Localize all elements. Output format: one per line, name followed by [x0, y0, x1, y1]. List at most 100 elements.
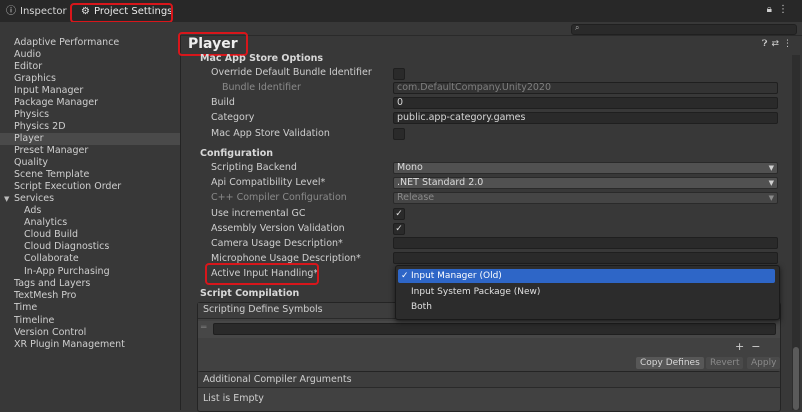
sidebar-item-services[interactable]: Services: [14, 193, 54, 205]
list-add-remove: + −: [735, 340, 760, 353]
option-label: Input Manager (Old): [411, 271, 502, 281]
more-menu-icon[interactable]: ⋮: [783, 39, 796, 49]
api-compatibility-value: .NET Standard 2.0: [397, 177, 484, 188]
sidebar-item-in-app-purchasing[interactable]: In-App Purchasing: [24, 266, 110, 278]
sidebar-item-audio[interactable]: Audio: [14, 49, 41, 61]
search-icon: ⌕: [575, 23, 580, 32]
sidebar-item-time[interactable]: Time: [14, 302, 37, 314]
list-item: ═: [198, 321, 780, 338]
more-menu-icon[interactable]: ⋮: [778, 4, 794, 15]
category-field[interactable]: public.app-category.games: [393, 112, 778, 124]
preset-icon[interactable]: ⇄: [771, 39, 783, 49]
scripting-backend-dropdown[interactable]: Mono ▼: [393, 162, 778, 174]
camera-usage-label: Camera Usage Description*: [211, 238, 343, 249]
override-bundle-id-checkbox[interactable]: [393, 68, 405, 80]
tab-inspector-label: Inspector: [20, 6, 67, 17]
annotation-box-active-input: [205, 263, 319, 285]
cpp-compiler-config-value: Release: [397, 192, 435, 203]
additional-compiler-arguments-list: Additional Compiler Arguments List is Em…: [197, 371, 781, 412]
api-compatibility-label: Api Compatibility Level*: [211, 177, 326, 188]
lock-icon[interactable]: 🔒︎: [767, 4, 778, 15]
scripting-define-symbols-label: Scripting Define Symbols: [203, 304, 323, 315]
section-header-mac-app-store: Mac App Store Options: [200, 53, 324, 64]
expand-arrow-icon[interactable]: ▼: [4, 195, 9, 203]
list-empty-text: List is Empty: [203, 393, 264, 404]
revert-button[interactable]: Revert: [706, 357, 744, 369]
tab-bar: ⓘ Inspector ⚙ Project Settings 🔒︎⋮: [0, 0, 802, 23]
sidebar-item-analytics[interactable]: Analytics: [24, 217, 67, 229]
incremental-gc-checkbox[interactable]: ✓: [393, 208, 405, 220]
section-header-script-compilation: Script Compilation: [200, 288, 300, 299]
cpp-compiler-config-dropdown: Release ▼: [393, 192, 778, 204]
sidebar-item-textmesh-pro[interactable]: TextMesh Pro: [14, 290, 76, 302]
section-header-configuration: Configuration: [200, 148, 274, 159]
sidebar-item-version-control[interactable]: Version Control: [14, 327, 86, 339]
info-circle-icon: ⓘ: [6, 6, 16, 17]
checkmark-icon: ✓: [395, 224, 403, 234]
category-label: Category: [211, 112, 255, 123]
sidebar-item-adaptive-performance[interactable]: Adaptive Performance: [14, 37, 119, 49]
title-toolbar: ❓︎⇄⋮: [762, 39, 796, 49]
sidebar-item-package-manager[interactable]: Package Manager: [14, 97, 98, 109]
window-controls: 🔒︎⋮: [767, 4, 794, 15]
option-input-system-package-new[interactable]: Input System Package (New): [398, 285, 775, 299]
microphone-usage-field[interactable]: [393, 252, 778, 264]
add-item-button[interactable]: +: [735, 340, 744, 353]
option-both[interactable]: Both: [398, 300, 775, 314]
sidebar-item-physics[interactable]: Physics: [14, 109, 49, 121]
additional-compiler-arguments-header: Additional Compiler Arguments: [198, 372, 780, 388]
settings-sidebar: Adaptive Performance Audio Editor Graphi…: [0, 35, 181, 410]
scripting-backend-value: Mono: [397, 162, 423, 173]
build-label: Build: [211, 97, 235, 108]
drag-handle-icon[interactable]: ═: [201, 323, 206, 333]
sidebar-item-xr-plugin-management[interactable]: XR Plugin Management: [14, 339, 125, 351]
apply-button[interactable]: Apply: [747, 357, 781, 369]
sidebar-item-cloud-build[interactable]: Cloud Build: [24, 229, 78, 241]
sidebar-item-timeline[interactable]: Timeline: [14, 315, 54, 327]
dropdown-arrow-icon: ▼: [768, 194, 774, 202]
sidebar-item-player[interactable]: Player: [14, 133, 44, 145]
sidebar-item-collaborate[interactable]: Collaborate: [24, 253, 79, 265]
search-row: ⌕: [0, 22, 802, 36]
sidebar-item-input-manager[interactable]: Input Manager: [14, 85, 83, 97]
sidebar-item-editor[interactable]: Editor: [14, 61, 42, 73]
mac-app-store-validation-label: Mac App Store Validation: [211, 128, 330, 139]
build-field[interactable]: 0: [393, 97, 778, 109]
remove-item-button[interactable]: −: [751, 340, 760, 353]
tab-inspector[interactable]: ⓘ Inspector: [6, 3, 67, 20]
assembly-validation-label: Assembly Version Validation: [211, 223, 345, 234]
dropdown-arrow-icon: ▼: [768, 164, 774, 172]
sidebar-item-cloud-diagnostics[interactable]: Cloud Diagnostics: [24, 241, 109, 253]
mac-app-store-validation-checkbox[interactable]: [393, 128, 405, 140]
bundle-identifier-field: com.DefaultCompany.Unity2020: [393, 82, 778, 94]
scrollbar-thumb[interactable]: [793, 347, 799, 410]
sidebar-item-preset-manager[interactable]: Preset Manager: [14, 145, 88, 157]
sidebar-item-quality[interactable]: Quality: [14, 157, 48, 169]
copy-defines-button[interactable]: Copy Defines: [636, 357, 704, 369]
active-input-handling-popup: ✓ Input Manager (Old) Input System Packag…: [395, 265, 780, 320]
option-input-manager-old[interactable]: ✓ Input Manager (Old): [398, 269, 775, 283]
option-label: Both: [411, 302, 432, 312]
incremental-gc-label: Use incremental GC: [211, 208, 306, 219]
additional-compiler-arguments-label: Additional Compiler Arguments: [203, 374, 352, 385]
dropdown-arrow-icon: ▼: [768, 179, 774, 187]
checkmark-icon: ✓: [401, 271, 409, 281]
camera-usage-field[interactable]: [393, 237, 778, 249]
sidebar-item-tags-and-layers[interactable]: Tags and Layers: [14, 278, 90, 290]
sidebar-item-ads[interactable]: Ads: [24, 205, 41, 217]
bundle-identifier-label: Bundle Identifier: [222, 82, 301, 93]
search-input[interactable]: ⌕: [571, 23, 797, 35]
define-symbol-input[interactable]: [213, 323, 776, 335]
option-label: Input System Package (New): [411, 287, 541, 297]
api-compatibility-dropdown[interactable]: .NET Standard 2.0 ▼: [393, 177, 778, 189]
override-bundle-id-label: Override Default Bundle Identifier: [211, 67, 372, 78]
sidebar-item-script-execution-order[interactable]: Script Execution Order: [14, 181, 121, 193]
vertical-scrollbar[interactable]: [792, 55, 800, 410]
cpp-compiler-config-label: C++ Compiler Configuration: [211, 192, 347, 203]
annotation-box-project-settings: [70, 3, 173, 23]
sidebar-item-scene-template[interactable]: Scene Template: [14, 169, 89, 181]
assembly-validation-checkbox[interactable]: ✓: [393, 223, 405, 235]
scripting-backend-label: Scripting Backend: [211, 162, 297, 173]
sidebar-item-physics-2d[interactable]: Physics 2D: [14, 121, 66, 133]
sidebar-item-graphics[interactable]: Graphics: [14, 73, 56, 85]
